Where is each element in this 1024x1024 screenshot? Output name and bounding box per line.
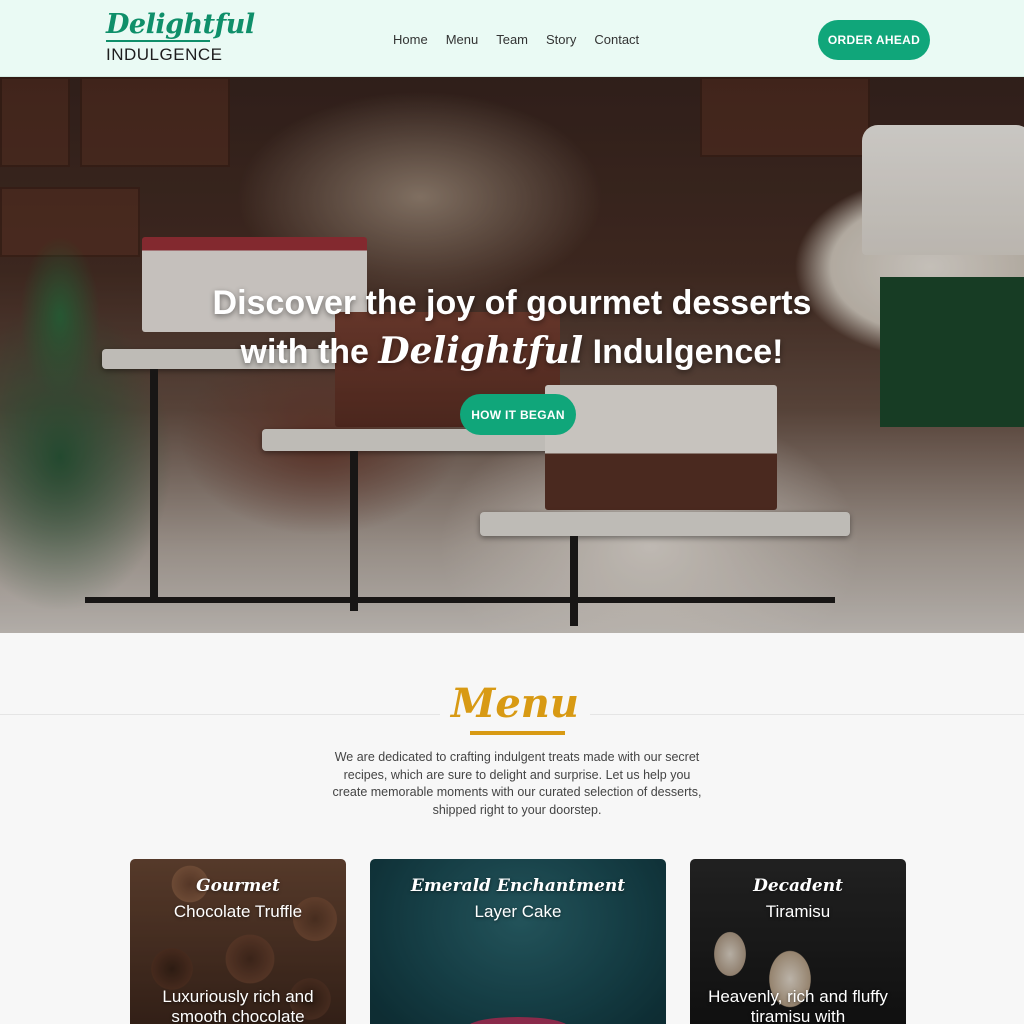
nav-link-team[interactable]: Team — [496, 31, 528, 49]
card-description: Luxuriously rich and smooth chocolate — [162, 987, 314, 1024]
card-description: Heavenly, rich and fluffy tiramisu with — [708, 987, 888, 1024]
order-ahead-button[interactable]: ORDER AHEAD — [818, 20, 930, 60]
card-script-title: Emerald Enchantment — [410, 876, 626, 896]
card-name: Layer Cake — [474, 902, 562, 921]
hero-headline-line2-pre: with the — [240, 333, 369, 371]
menu-card-chocolate-truffle[interactable]: Gourmet Chocolate Truffle Luxuriously ri… — [130, 859, 346, 1024]
hero-section: Discover the joy of gourmet desserts wit… — [0, 77, 1024, 633]
navbar: Delightful INDULGENCE Home Menu Team Sto… — [0, 0, 1024, 77]
hero-headline-script: Delightful — [378, 330, 584, 372]
card-script-title: Gourmet — [196, 876, 280, 896]
card-script-title: Decadent — [753, 876, 843, 896]
brand-logo-underline — [106, 40, 210, 42]
nav-link-menu[interactable]: Menu — [446, 31, 479, 49]
hero-headline-line2-post: Indulgence! — [592, 333, 784, 371]
hero-headline: Discover the joy of gourmet desserts wit… — [112, 279, 912, 376]
menu-card-layer-cake[interactable]: Emerald Enchantment Layer Cake — [370, 859, 666, 1024]
menu-section-title: Menu — [440, 680, 590, 728]
brand-logo[interactable]: Delightful INDULGENCE — [106, 9, 255, 65]
menu-section-description: We are dedicated to crafting indulgent t… — [332, 750, 702, 817]
card-name: Tiramisu — [765, 902, 831, 921]
menu-title-underline — [470, 731, 565, 735]
hero-headline-line1: Discover the joy of gourmet desserts — [212, 284, 812, 322]
nav-link-contact[interactable]: Contact — [594, 31, 639, 49]
menu-card-tiramisu[interactable]: Decadent Tiramisu Heavenly, rich and flu… — [690, 859, 906, 1024]
nav-link-story[interactable]: Story — [546, 31, 576, 49]
brand-logo-script: Delightful — [106, 9, 255, 40]
nav-link-home[interactable]: Home — [393, 31, 428, 49]
card-name: Chocolate Truffle — [173, 902, 303, 921]
brand-logo-subtitle: INDULGENCE — [106, 45, 223, 64]
how-it-began-button[interactable]: HOW IT BEGAN — [460, 394, 576, 435]
main-nav: Home Menu Team Story Contact — [393, 31, 657, 49]
